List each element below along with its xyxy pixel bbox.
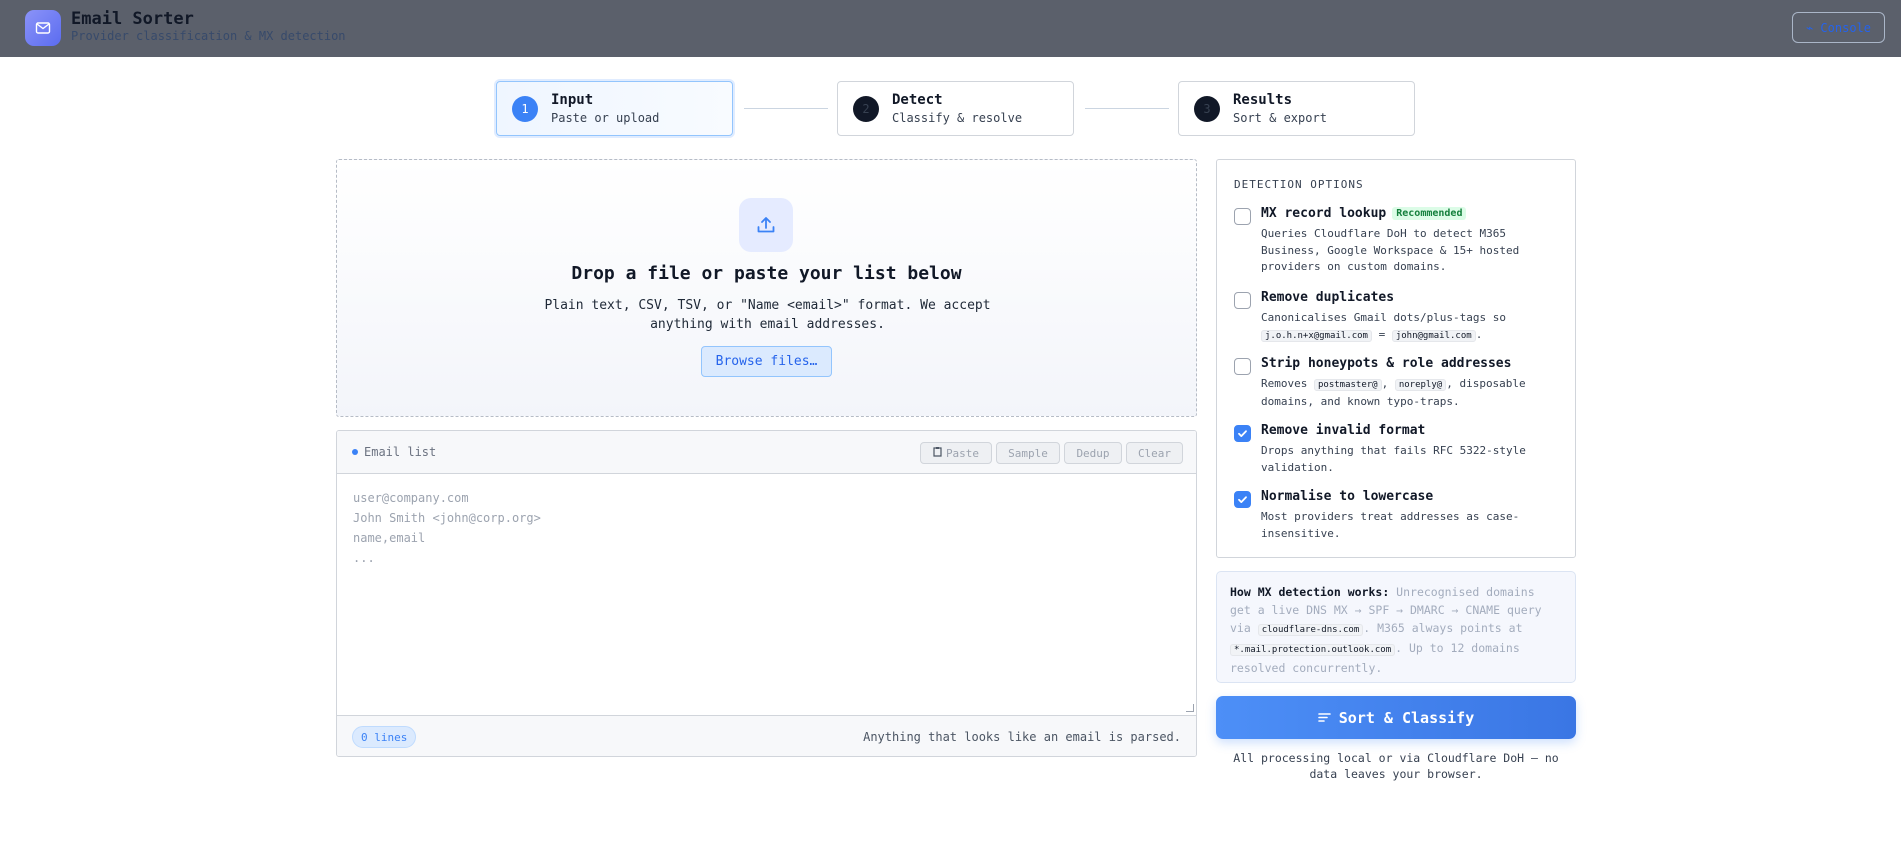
option-title: Remove duplicates [1261,290,1395,305]
parse-note: Anything that looks like an email is par… [863,730,1181,744]
placeholder-line: name,email [353,531,426,545]
sort-classify-button[interactable]: Sort & Classify [1216,696,1576,739]
remove-duplicates-checkbox[interactable] [1234,292,1251,309]
resize-handle[interactable] [1186,704,1194,712]
email-list-footer: 0 lines Anything that looks like an emai… [337,715,1196,756]
code-snippet: j.o.h.n+x@gmail.com [1261,329,1372,342]
sample-button[interactable]: Sample [996,442,1060,464]
option-description: Queries Cloudflare DoH to detect M365 Bu… [1261,227,1520,273]
status-dot-icon [352,449,358,455]
strip-honeypots-checkbox[interactable] [1234,358,1251,375]
code-snippet: postmaster@ [1313,379,1382,391]
step-number: 1 [512,96,538,122]
paste-button[interactable]: Paste [920,442,992,464]
app-header: Email Sorter Provider classification & M… [0,0,1901,57]
email-list-title: Email list [364,445,437,459]
option-title: Remove invalid format [1261,423,1426,438]
desc-text: . [1475,327,1483,341]
desc-text: = [1371,327,1392,341]
step-title: Input [551,92,594,108]
option-title: Strip honeypots & role addresses [1261,356,1512,371]
clipboard-icon [933,446,942,460]
step-subtitle: Sort & export [1233,111,1327,125]
step-connector [744,108,828,109]
info-text: . M365 always points at [1363,621,1523,635]
mx-lookup-title: MX record lookup [1261,206,1387,221]
step-number: 2 [853,96,879,122]
option-description: Removes postmaster@, noreply@, disposabl… [1261,376,1551,410]
step-detect[interactable]: 2 Detect Classify & resolve [837,81,1074,136]
checkmark-icon [1238,430,1247,437]
mx-lookup-checkbox[interactable] [1234,208,1251,225]
step-connector [1085,108,1169,109]
code-snippet: john@gmail.com [1391,329,1476,342]
mail-logo-icon [25,10,61,46]
options-heading: DETECTION OPTIONS [1234,178,1364,191]
email-list-label: Email list [352,445,436,459]
browse-files-button[interactable]: Browse files… [701,346,832,377]
app-title: Email Sorter [71,9,194,29]
step-subtitle: Paste or upload [551,111,660,125]
step-title: Results [1233,92,1293,108]
option-title: Normalise to lowercase [1261,489,1434,504]
step-input[interactable]: 1 Input Paste or upload [496,81,733,136]
placeholder-line: ... [353,551,375,565]
line-count-badge: 0 lines [352,726,417,748]
dropzone-description: Plain text, CSV, TSV, or "Name <email>" … [544,298,991,332]
file-dropzone[interactable]: Drop a file or paste your list below Pla… [336,159,1197,417]
option-description: Most providers treat addresses as case-i… [1261,510,1520,540]
mx-detection-info: How MX detection works: Unrecognised dom… [1216,571,1576,683]
checkmark-icon [1238,496,1247,503]
paste-label: Paste [945,446,980,460]
step-number: 3 [1194,96,1220,122]
dropzone-title: Drop a file or paste your list below [571,263,962,284]
step-results[interactable]: 3 Results Sort & export [1178,81,1415,136]
desc-text: , [1381,377,1395,390]
dedup-button[interactable]: Dedup [1064,442,1122,464]
app-subtitle: Provider classification & MX detection [71,29,346,43]
code-snippet: noreply@ [1394,379,1447,391]
sort-classify-label: Sort & Classify [1338,708,1475,727]
sort-icon [1317,709,1331,727]
option-title: MX record lookup Recommended [1261,206,1467,221]
privacy-note: All processing local or via Cloudflare D… [1233,751,1559,781]
step-title: Detect [892,92,943,108]
detection-options-panel: DETECTION OPTIONS MX record lookup Recomm… [1216,159,1576,558]
info-lead: How MX detection works: [1230,585,1390,599]
step-subtitle: Classify & resolve [892,111,1023,125]
normalise-lowercase-checkbox[interactable] [1234,491,1251,508]
code-snippet: *.mail.protection.outlook.com [1230,644,1396,656]
code-snippet: cloudflare-dns.com [1257,624,1364,636]
email-list-header: Email list Paste Sample Dedup Clear [337,431,1196,474]
placeholder-line: user@company.com [353,491,469,505]
email-list-textarea[interactable]: user@company.com John Smith <john@corp.o… [337,474,1196,715]
option-description: Drops anything that fails RFC 5322-style… [1261,444,1526,474]
remove-invalid-checkbox[interactable] [1234,425,1251,442]
recommended-badge: Recommended [1392,207,1467,220]
console-button[interactable]: ⌁ Console [1792,12,1885,43]
clear-button[interactable]: Clear [1126,442,1183,464]
upload-icon [739,198,793,252]
desc-text: Canonicalises Gmail dots/plus-tags so [1261,311,1507,324]
option-description: Canonicalises Gmail dots/plus-tags so j.… [1261,310,1551,344]
placeholder-line: John Smith <john@corp.org> [353,511,541,525]
desc-text: Removes [1261,377,1314,390]
email-list-panel: Email list Paste Sample Dedup Clear user… [336,430,1197,757]
